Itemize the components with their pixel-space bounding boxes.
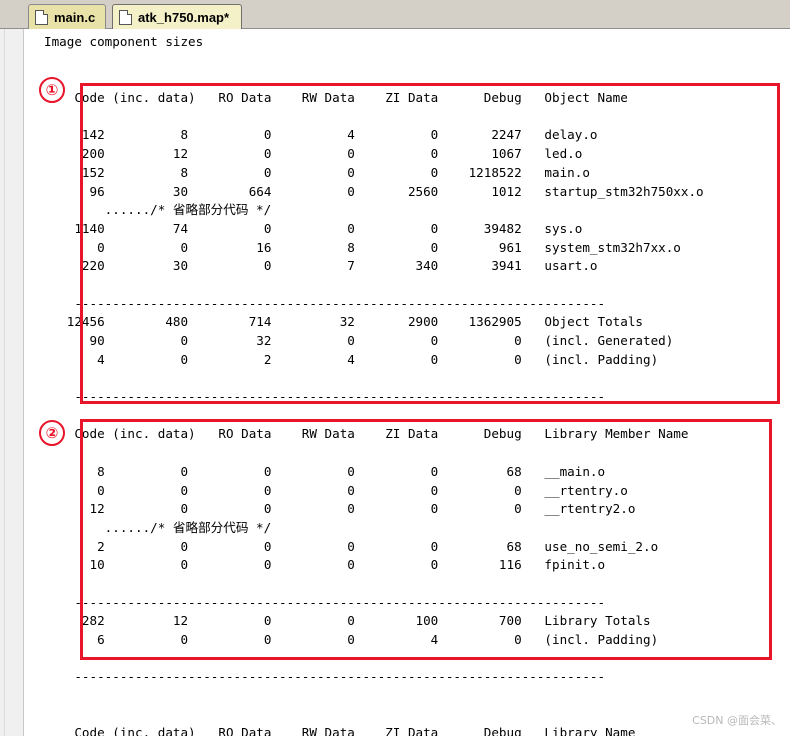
code-line[interactable]: ----------------------------------------… — [44, 388, 790, 407]
code-line[interactable]: 152 8 0 0 0 1218522 main.o — [44, 164, 790, 183]
tab-atk-h750-map[interactable]: atk_h750.map* — [112, 4, 242, 29]
watermark: CSDN @面会菜、 — [692, 714, 782, 727]
code-line[interactable]: 12 0 0 0 0 0 __rtentry2.o — [44, 500, 790, 519]
code-line[interactable]: ----------------------------------------… — [44, 295, 790, 314]
code-line[interactable]: 220 30 0 7 340 3941 usart.o — [44, 257, 790, 276]
file-icon — [35, 9, 48, 25]
code-line[interactable]: 6 0 0 0 4 0 (incl. Padding) — [44, 631, 790, 650]
code-line[interactable]: Code (inc. data) RO Data RW Data ZI Data… — [44, 89, 790, 108]
code-line[interactable]: Code (inc. data) RO Data RW Data ZI Data… — [44, 724, 790, 736]
code-line[interactable]: ....../* 省略部分代码 */ — [44, 519, 790, 538]
code-line[interactable]: 10 0 0 0 0 116 fpinit.o — [44, 556, 790, 575]
code-line[interactable] — [44, 369, 790, 388]
tab-label: main.c — [54, 9, 96, 25]
marker-2: ② — [39, 420, 65, 446]
code-line[interactable] — [44, 444, 790, 463]
code-line[interactable] — [44, 650, 790, 669]
code-line[interactable] — [44, 706, 790, 725]
code-line[interactable]: 4 0 2 4 0 0 (incl. Padding) — [44, 351, 790, 370]
file-icon — [119, 9, 132, 25]
tab-main-c[interactable]: main.c — [28, 4, 106, 29]
code-line[interactable]: ----------------------------------------… — [44, 668, 790, 687]
code-line[interactable]: 0 0 0 0 0 0 __rtentry.o — [44, 482, 790, 501]
code-line[interactable]: Image component sizes — [44, 33, 790, 52]
code-line[interactable]: Code (inc. data) RO Data RW Data ZI Data… — [44, 425, 790, 444]
code-line[interactable]: 142 8 0 4 0 2247 delay.o — [44, 126, 790, 145]
code-line[interactable] — [44, 276, 790, 295]
code-line[interactable]: 282 12 0 0 100 700 Library Totals — [44, 612, 790, 631]
code-line[interactable]: ----------------------------------------… — [44, 594, 790, 613]
code-line[interactable]: 8 0 0 0 0 68 __main.o — [44, 463, 790, 482]
code-line[interactable]: 200 12 0 0 0 1067 led.o — [44, 145, 790, 164]
code-line[interactable] — [44, 687, 790, 706]
code-line[interactable]: 1140 74 0 0 0 39482 sys.o — [44, 220, 790, 239]
code-line[interactable] — [44, 108, 790, 127]
code-line[interactable]: 0 0 16 8 0 961 system_stm32h7xx.o — [44, 239, 790, 258]
editor-content[interactable]: Image component sizes Code (inc. data) R… — [44, 33, 790, 736]
editor-gutter — [0, 29, 24, 736]
tab-label: atk_h750.map* — [138, 9, 230, 25]
code-line[interactable]: 2 0 0 0 0 68 use_no_semi_2.o — [44, 538, 790, 557]
code-line[interactable] — [44, 52, 790, 71]
code-line[interactable]: ....../* 省略部分代码 */ — [44, 201, 790, 220]
code-line[interactable] — [44, 575, 790, 594]
code-line[interactable]: 90 0 32 0 0 0 (incl. Generated) — [44, 332, 790, 351]
code-line[interactable]: 96 30 664 0 2560 1012 startup_stm32h750x… — [44, 183, 790, 202]
code-line[interactable] — [44, 70, 790, 89]
code-line[interactable]: 12456 480 714 32 2900 1362905 Object Tot… — [44, 313, 790, 332]
text-editor[interactable]: Image component sizes Code (inc. data) R… — [0, 29, 790, 736]
marker-1: ① — [39, 77, 65, 103]
tab-bar: main.c atk_h750.map* — [0, 0, 790, 29]
code-line[interactable] — [44, 407, 790, 426]
